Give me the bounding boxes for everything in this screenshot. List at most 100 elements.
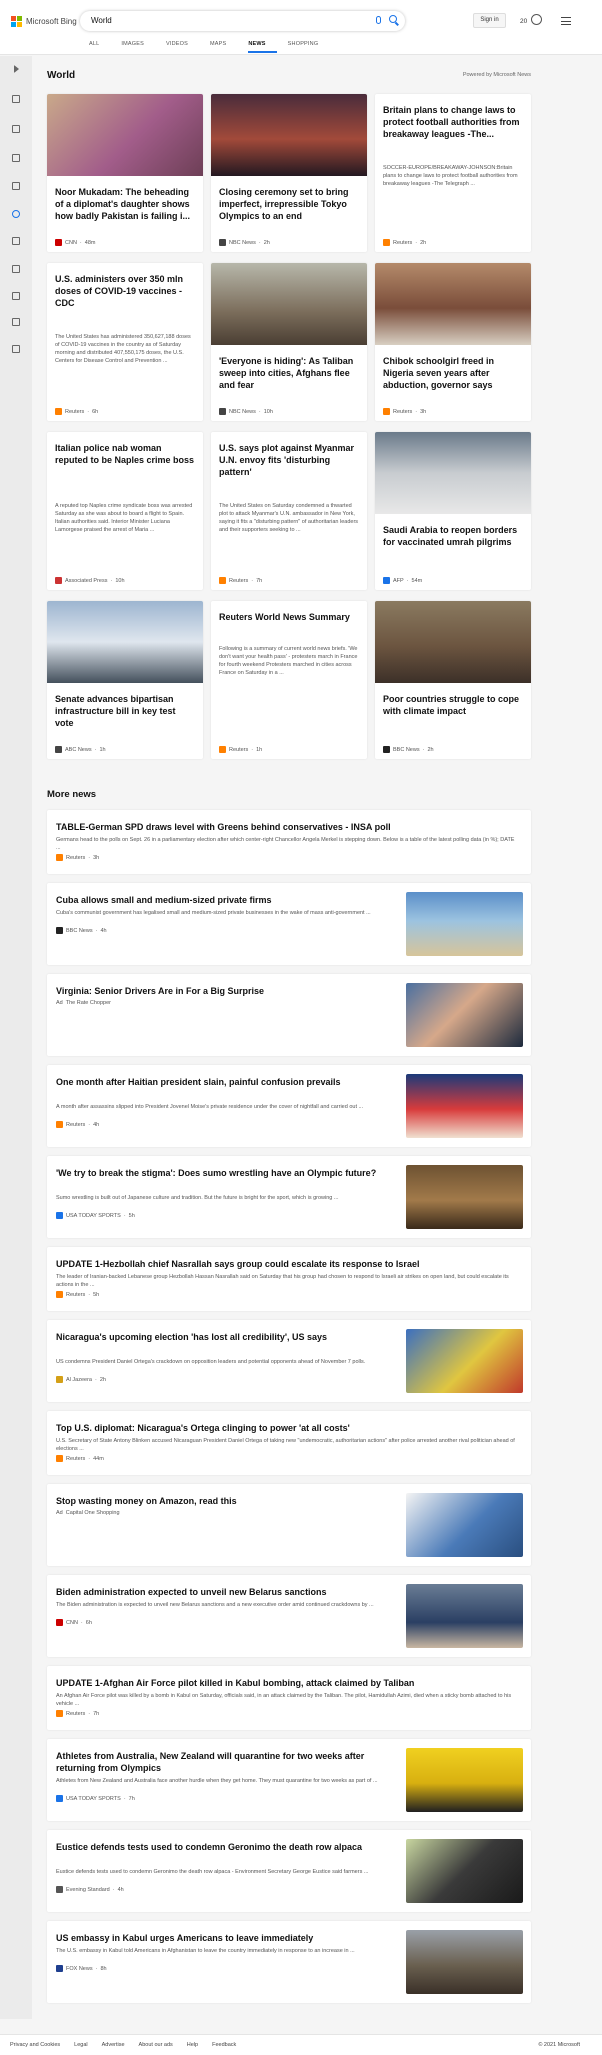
card-title[interactable]: U.S. says plot against Myanmar U.N. envo… <box>219 442 359 478</box>
us-flag-icon[interactable] <box>12 154 20 162</box>
local-pin-icon[interactable] <box>12 182 20 190</box>
tab-images[interactable]: IMAGES <box>121 41 155 53</box>
news-list-item[interactable]: UPDATE 1-Hezbollah chief Nasrallah says … <box>47 1247 531 1311</box>
item-title[interactable]: UPDATE 1-Afghan Air Force pilot killed i… <box>56 1677 518 1689</box>
item-title[interactable]: Top U.S. diplomat: Nicaragua's Ortega cl… <box>56 1422 518 1434</box>
world-globe-icon[interactable] <box>12 210 20 218</box>
item-title[interactable]: Eustice defends tests used to condemn Ge… <box>56 1841 396 1853</box>
item-title[interactable]: Stop wasting money on Amazon, read this <box>56 1495 396 1507</box>
signin-button[interactable]: Sign in <box>473 13 506 28</box>
footer-link[interactable]: Privacy and Cookies <box>10 2042 60 2048</box>
news-card[interactable]: U.S. administers over 350 mln doses of C… <box>47 263 203 421</box>
classroom-image[interactable] <box>375 263 531 345</box>
tab-videos[interactable]: VIDEOS <box>166 41 199 53</box>
news-list-item[interactable]: UPDATE 1-Afghan Air Force pilot killed i… <box>47 1666 531 1730</box>
footer-link[interactable]: About our ads <box>139 2042 173 2048</box>
technology-rocket-icon[interactable] <box>12 265 20 273</box>
kaaba-image[interactable] <box>375 432 531 514</box>
search-box[interactable]: World <box>80 11 405 31</box>
flood-image[interactable] <box>375 601 531 683</box>
athletes-thumbnail[interactable] <box>406 1748 523 1812</box>
item-title[interactable]: 'We try to break the stigma': Does sumo … <box>56 1167 396 1179</box>
card-title[interactable]: Noor Mukadam: The beheading of a diploma… <box>55 186 195 222</box>
advertiser-name[interactable]: The Rate Chopper <box>66 1000 111 1006</box>
card-title[interactable]: Senate advances bipartisan infrastructur… <box>55 693 195 729</box>
news-list-item[interactable]: One month after Haitian president slain,… <box>47 1065 531 1147</box>
news-card[interactable]: Saudi Arabia to reopen borders for vacci… <box>375 432 531 590</box>
news-card[interactable]: Britain plans to change laws to protect … <box>375 94 531 252</box>
news-card[interactable]: 'Everyone is hiding': As Taliban sweep i… <box>211 263 367 421</box>
footer-link[interactable]: Feedback <box>212 2042 236 2048</box>
footer-link[interactable]: Help <box>187 2042 198 2048</box>
news-card[interactable]: U.S. says plot against Myanmar U.N. envo… <box>211 432 367 590</box>
item-title[interactable]: Athletes from Australia, New Zealand wil… <box>56 1750 396 1774</box>
item-title[interactable]: TABLE-German SPD draws level with Greens… <box>56 821 518 833</box>
tab-all[interactable]: ALL <box>89 41 110 53</box>
news-list-item[interactable]: Biden administration expected to unveil … <box>47 1575 531 1657</box>
news-list-item[interactable]: Virginia: Senior Drivers Are in For a Bi… <box>47 974 531 1056</box>
item-title[interactable]: Biden administration expected to unveil … <box>56 1586 396 1598</box>
news-card[interactable]: Italian police nab woman reputed to be N… <box>47 432 203 590</box>
tab-maps[interactable]: MAPS <box>210 41 237 53</box>
card-title[interactable]: Chibok schoolgirl freed in Nigeria seven… <box>383 355 523 391</box>
rewards-count[interactable]: 20 <box>520 18 527 25</box>
tab-shopping[interactable]: SHOPPING <box>288 41 330 53</box>
product-reviews-icon[interactable] <box>12 345 20 353</box>
kabul-thumbnail[interactable] <box>406 1930 523 1994</box>
news-list-item[interactable]: Cuba allows small and medium-sized priva… <box>47 883 531 965</box>
meeting-thumbnail[interactable] <box>406 1584 523 1648</box>
news-list-item[interactable]: 'We try to break the stigma': Does sumo … <box>47 1156 531 1238</box>
item-title[interactable]: Cuba allows small and medium-sized priva… <box>56 894 396 906</box>
news-list-item[interactable]: Top U.S. diplomat: Nicaragua's Ortega cl… <box>47 1411 531 1475</box>
card-title[interactable]: Poor countries struggle to cope with cli… <box>383 693 523 717</box>
tab-news[interactable]: NEWS <box>248 41 277 53</box>
news-list-item[interactable]: US embassy in Kabul urges Americans to l… <box>47 1921 531 2003</box>
item-title[interactable]: Virginia: Senior Drivers Are in For a Bi… <box>56 985 396 997</box>
card-title[interactable]: U.S. administers over 350 mln doses of C… <box>55 273 195 309</box>
news-card[interactable]: Reuters World News Summary Following is a… <box>211 601 367 759</box>
news-list-item[interactable]: Nicaragua's upcoming election 'has lost … <box>47 1320 531 1402</box>
card-title[interactable]: Saudi Arabia to reopen borders for vacci… <box>383 524 523 548</box>
news-card[interactable]: Senate advances bipartisan infrastructur… <box>47 601 203 759</box>
card-title[interactable]: 'Everyone is hiding': As Taliban sweep i… <box>219 355 359 391</box>
package-thumbnail[interactable] <box>406 1493 523 1557</box>
olympic-rings-image[interactable] <box>211 94 367 176</box>
capitol-image[interactable] <box>47 601 203 683</box>
news-card[interactable]: Closing ceremony set to bring imperfect,… <box>211 94 367 252</box>
coronavirus-icon[interactable] <box>12 125 20 133</box>
politics-building-icon[interactable] <box>12 318 20 326</box>
mural-thumbnail[interactable] <box>406 1329 523 1393</box>
home-icon[interactable] <box>12 95 20 103</box>
item-title[interactable]: Nicaragua's upcoming election 'has lost … <box>56 1331 396 1343</box>
woman-portrait-image[interactable] <box>47 94 203 176</box>
microphone-icon[interactable] <box>376 16 381 24</box>
footer-link[interactable]: Advertise <box>102 2042 125 2048</box>
entertainment-icon[interactable] <box>12 292 20 300</box>
news-card[interactable]: Poor countries struggle to cope with cli… <box>375 601 531 759</box>
expand-arrow-icon[interactable] <box>14 65 19 73</box>
alpaca-thumbnail[interactable] <box>406 1839 523 1903</box>
news-list-item[interactable]: Athletes from Australia, New Zealand wil… <box>47 1739 531 1821</box>
search-icon[interactable] <box>389 15 397 23</box>
beach-thumbnail[interactable] <box>406 892 523 956</box>
card-title[interactable]: Britain plans to change laws to protect … <box>383 104 523 140</box>
advertiser-name[interactable]: Capital One Shopping <box>66 1510 120 1516</box>
bing-logo[interactable]: Microsoft Bing <box>11 16 77 27</box>
news-card[interactable]: Chibok schoolgirl freed in Nigeria seven… <box>375 263 531 421</box>
sumo-thumbnail[interactable] <box>406 1165 523 1229</box>
item-title[interactable]: US embassy in Kabul urges Americans to l… <box>56 1932 396 1944</box>
rewards-trophy-icon[interactable] <box>531 14 542 25</box>
crowd-image[interactable] <box>211 263 367 345</box>
search-input[interactable]: World <box>91 16 112 25</box>
item-title[interactable]: One month after Haitian president slain,… <box>56 1076 396 1088</box>
card-title[interactable]: Italian police nab woman reputed to be N… <box>55 442 195 466</box>
news-list-item[interactable]: Eustice defends tests used to condemn Ge… <box>47 1830 531 1912</box>
menu-icon[interactable] <box>561 17 571 28</box>
business-chart-icon[interactable] <box>12 237 20 245</box>
memorial-thumbnail[interactable] <box>406 1074 523 1138</box>
news-card[interactable]: Noor Mukadam: The beheading of a diploma… <box>47 94 203 252</box>
face-thumbnail[interactable] <box>406 983 523 1047</box>
item-title[interactable]: UPDATE 1-Hezbollah chief Nasrallah says … <box>56 1258 518 1270</box>
news-list-item[interactable]: TABLE-German SPD draws level with Greens… <box>47 810 531 874</box>
card-title[interactable]: Reuters World News Summary <box>219 611 359 623</box>
